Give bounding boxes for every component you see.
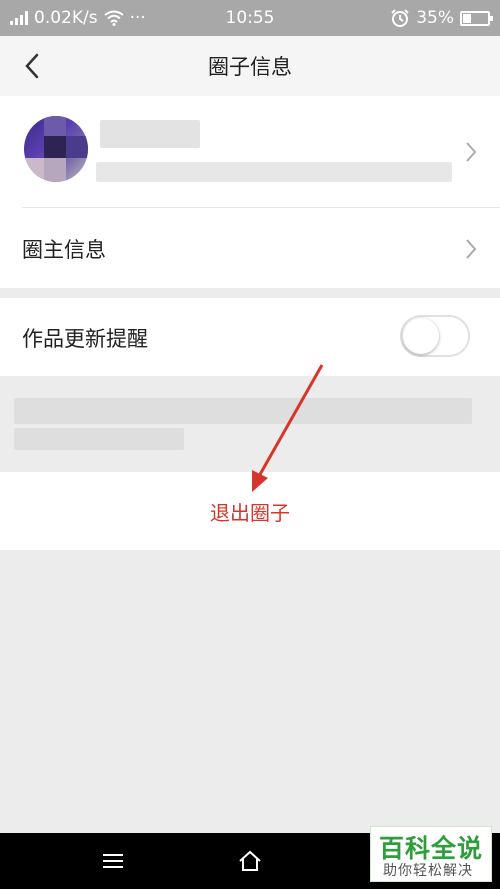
menu-icon[interactable] bbox=[102, 853, 124, 869]
navigation-bar: 圈子信息 bbox=[0, 36, 500, 96]
chevron-right-icon bbox=[466, 239, 477, 259]
blurred-text-line bbox=[14, 398, 472, 424]
update-notify-toggle[interactable] bbox=[400, 315, 470, 357]
alarm-icon bbox=[391, 9, 409, 27]
watermark-logo: 百科全说 助你轻松解决 bbox=[370, 826, 492, 882]
blurred-name bbox=[100, 120, 200, 148]
signal-icon bbox=[10, 11, 28, 25]
network-speed: 0.02K/s bbox=[34, 8, 98, 28]
update-notify-row: 作品更新提醒 bbox=[0, 298, 500, 376]
circle-avatar bbox=[24, 116, 88, 182]
wifi-icon bbox=[103, 10, 124, 26]
more-dots: ··· bbox=[129, 8, 146, 28]
blurred-description bbox=[96, 162, 452, 182]
circle-profile-row[interactable] bbox=[0, 96, 500, 208]
battery-percent: 35% bbox=[416, 8, 454, 28]
back-button[interactable] bbox=[14, 48, 50, 84]
status-right: 35% bbox=[290, 8, 493, 28]
battery-icon bbox=[460, 10, 493, 26]
status-bar: 0.02K/s ··· 10:55 35% bbox=[0, 0, 500, 36]
chevron-left-icon bbox=[25, 53, 39, 79]
owner-info-row[interactable]: 圈主信息 bbox=[0, 208, 500, 288]
status-time: 10:55 bbox=[225, 8, 275, 28]
home-icon[interactable] bbox=[238, 849, 262, 873]
page-title: 圈子信息 bbox=[208, 55, 292, 79]
toggle-knob bbox=[403, 318, 439, 354]
status-left: 0.02K/s ··· bbox=[10, 8, 210, 28]
blurred-circle-description bbox=[0, 376, 500, 472]
exit-circle-label: 退出圈子 bbox=[210, 500, 290, 525]
blurred-text-line bbox=[14, 428, 184, 450]
chevron-right-icon bbox=[466, 142, 477, 162]
exit-circle-button[interactable]: 退出圈子 bbox=[0, 472, 500, 550]
watermark-subtitle: 助你轻松解决 bbox=[383, 863, 473, 879]
update-notify-label: 作品更新提醒 bbox=[22, 327, 148, 351]
owner-info-label: 圈主信息 bbox=[22, 238, 106, 262]
